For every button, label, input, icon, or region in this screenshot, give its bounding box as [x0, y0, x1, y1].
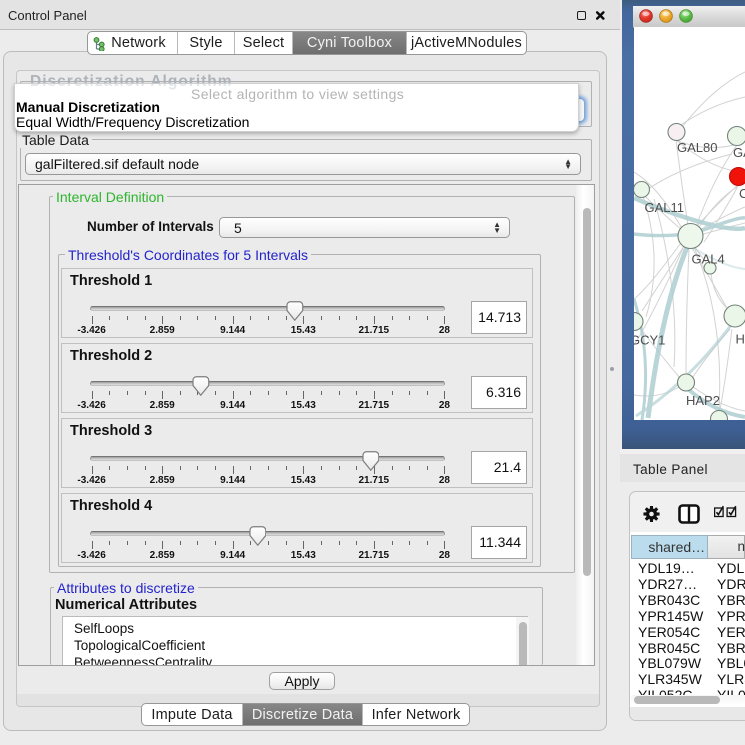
svg-text:H: H: [736, 332, 745, 347]
svg-text:C: C: [739, 186, 745, 201]
svg-text:GAL4: GAL4: [692, 252, 725, 267]
svg-text:GCY1: GCY1: [634, 333, 665, 348]
svg-text:HAP2: HAP2: [686, 393, 720, 408]
svg-text:GA: GA: [733, 145, 745, 160]
svg-text:GAL80: GAL80: [677, 140, 717, 155]
svg-text:GAL11: GAL11: [645, 200, 685, 215]
